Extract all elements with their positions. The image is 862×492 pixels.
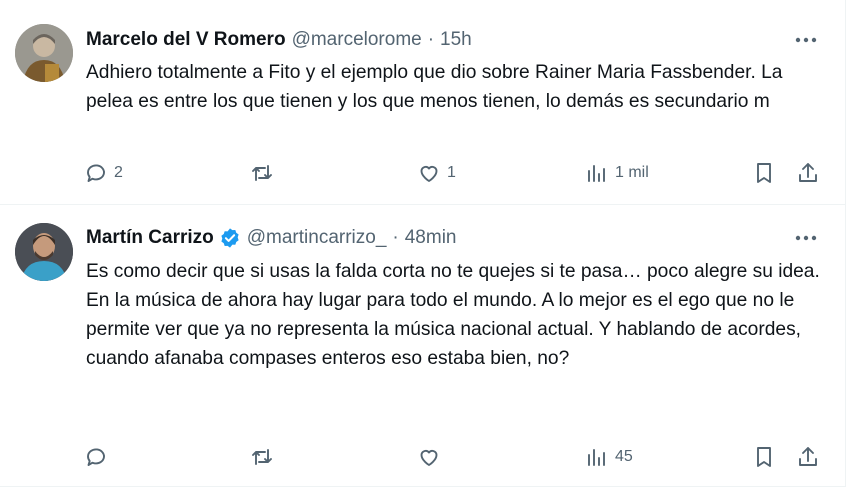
bookmark-icon (757, 447, 771, 467)
tweet-paragraph: Adhiero totalmente a Fito y el ejemplo q… (86, 62, 783, 112)
views-count: 45 (615, 448, 633, 465)
like-button[interactable]: 1 (417, 158, 456, 188)
reply-icon (87, 164, 105, 182)
more-icon[interactable] (791, 228, 821, 248)
avatar[interactable] (15, 223, 73, 281)
views-count: 1 mil (615, 164, 649, 181)
retweet-icon (252, 449, 272, 465)
views-button[interactable]: 45 (585, 442, 633, 472)
tweet-text: Adhiero totalmente a Fito y el ejemplo q… (86, 58, 826, 116)
share-button[interactable] (796, 442, 820, 472)
timeline: Marcelo del V Romero @marcelorome · 15h … (0, 0, 846, 487)
avatar[interactable] (15, 24, 73, 82)
retweet-button[interactable] (250, 442, 280, 472)
reply-count: 2 (114, 164, 123, 181)
retweet-icon (252, 165, 272, 181)
author-name[interactable]: Martín Carrizo (86, 227, 214, 249)
tweet[interactable]: Marcelo del V Romero @marcelorome · 15h … (0, 0, 845, 205)
author-handle[interactable]: @martincarrizo_ (247, 227, 387, 249)
share-icon (799, 163, 817, 182)
reply-button[interactable]: 2 (84, 158, 123, 188)
reply-button[interactable] (84, 442, 114, 472)
tweet[interactable]: Martín Carrizo @martincarrizo_ · 48min E… (0, 205, 845, 486)
like-count: 1 (447, 164, 456, 181)
more-icon[interactable] (791, 30, 821, 50)
tweet-header: Martín Carrizo @martincarrizo_ · 48min (86, 225, 795, 251)
bookmark-icon (757, 163, 771, 183)
tweet-paragraph: Es como decir que si usas la falda corta… (86, 261, 820, 282)
separator-dot: · (427, 29, 435, 50)
like-icon (420, 449, 438, 466)
like-button[interactable] (417, 442, 447, 472)
bookmark-button[interactable] (752, 158, 776, 188)
timestamp[interactable]: 15h (440, 29, 472, 51)
reply-icon (87, 448, 105, 466)
share-icon (799, 447, 817, 466)
author-handle[interactable]: @marcelorome (292, 29, 422, 51)
tweet-paragraph: En la música de ahora hay lugar para tod… (86, 290, 802, 369)
timestamp[interactable]: 48min (405, 227, 457, 249)
retweet-button[interactable] (250, 158, 280, 188)
verified-badge-icon (221, 228, 239, 248)
tweet-actions: 45 (0, 442, 845, 472)
author-name[interactable]: Marcelo del V Romero (86, 29, 286, 51)
tweet-actions: 2 1 1 mil (0, 158, 845, 188)
tweet-header: Marcelo del V Romero @marcelorome · 15h (86, 27, 795, 53)
separator-dot: · (392, 227, 399, 248)
views-icon (588, 165, 605, 182)
views-icon (588, 449, 605, 466)
bookmark-button[interactable] (752, 442, 776, 472)
views-button[interactable]: 1 mil (585, 158, 649, 188)
like-icon (420, 165, 438, 182)
share-button[interactable] (796, 158, 820, 188)
tweet-text: Es como decir que si usas la falda corta… (86, 257, 826, 373)
